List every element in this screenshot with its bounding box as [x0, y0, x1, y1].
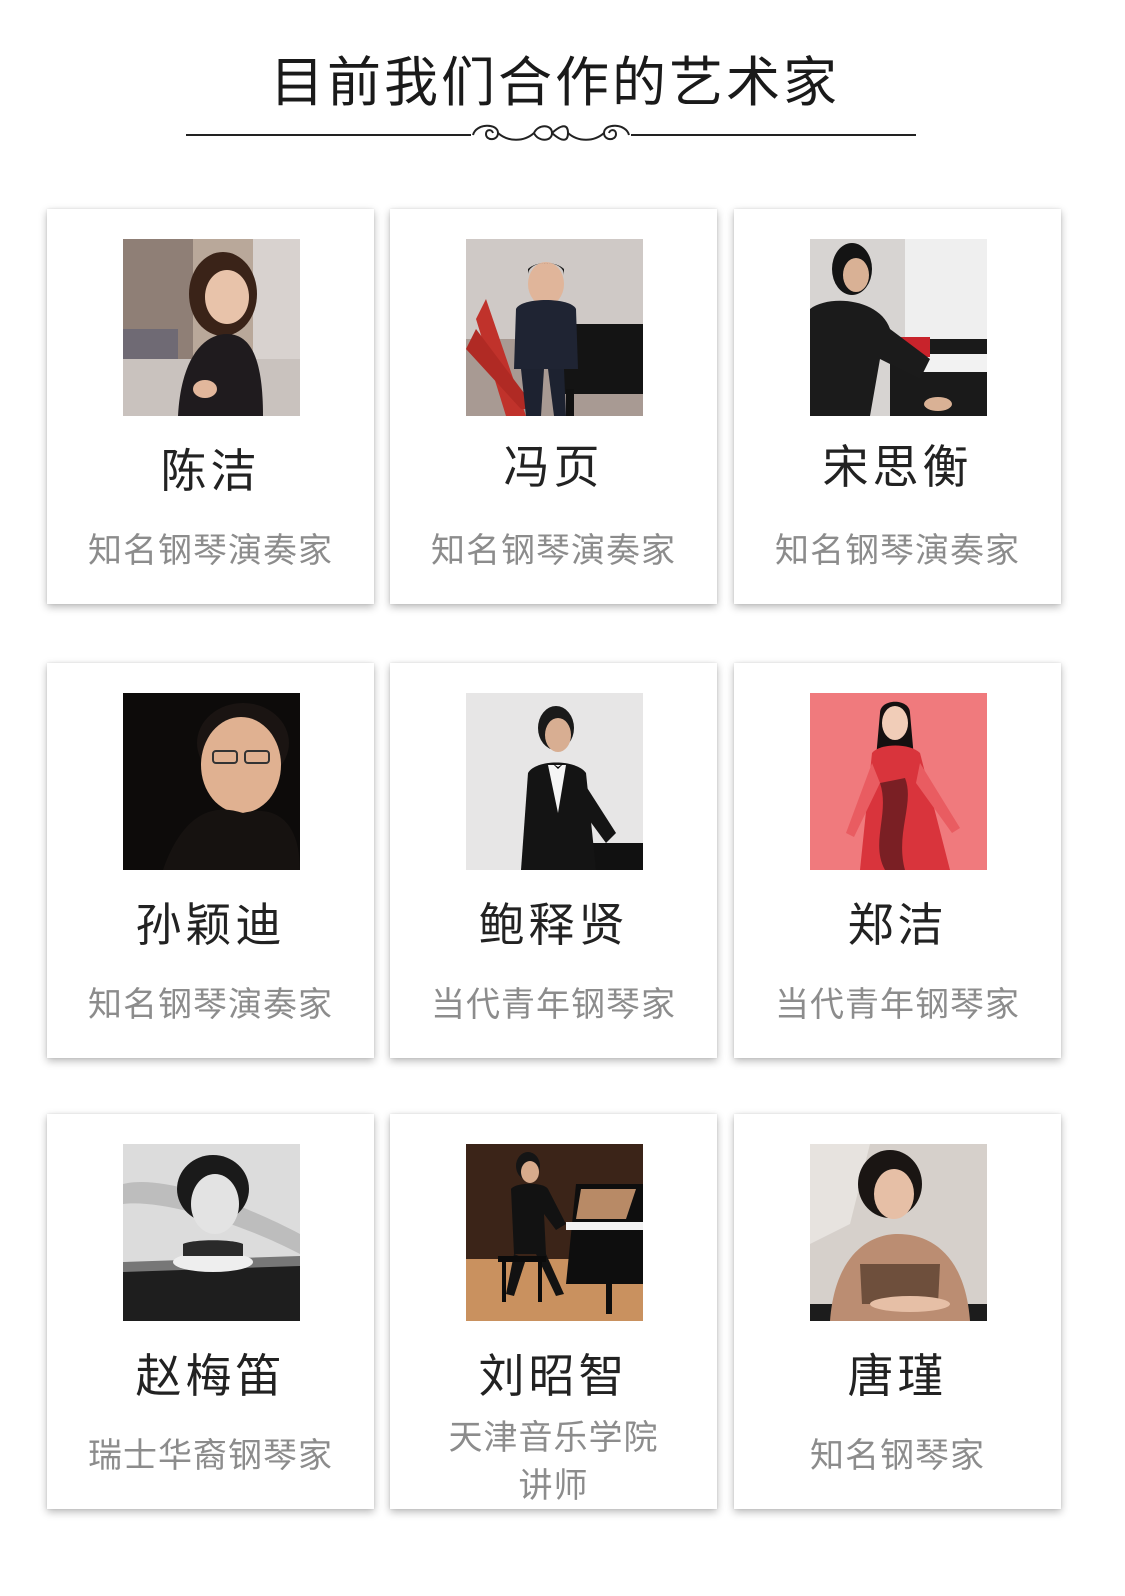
artist-card[interactable]: 刘昭智 天津音乐学院 讲师 [390, 1114, 717, 1509]
artist-card[interactable]: 赵梅笛 瑞士华裔钢琴家 [47, 1114, 374, 1509]
portrait-photo [810, 239, 987, 416]
artist-card[interactable]: 宋思衡 知名钢琴演奏家 [734, 209, 1061, 604]
artist-role-line1: 天津音乐学院 [448, 1418, 659, 1458]
ornament-divider [186, 124, 916, 141]
artist-role: 知名钢琴演奏家 [775, 531, 1020, 571]
artist-card[interactable]: 郑洁 当代青年钢琴家 [734, 663, 1061, 1058]
artist-role: 知名钢琴演奏家 [431, 531, 676, 571]
portrait-photo [810, 693, 987, 870]
artist-card[interactable]: 鲍释贤 当代青年钢琴家 [390, 663, 717, 1058]
artist-card[interactable]: 孙颖迪 知名钢琴演奏家 [47, 663, 374, 1058]
artist-role: 知名钢琴家 [810, 1436, 985, 1476]
artist-card[interactable]: 唐瑾 知名钢琴家 [734, 1114, 1061, 1509]
artist-name: 冯页 [503, 440, 604, 494]
artist-name: 鲍释贤 [478, 898, 629, 952]
artist-role: 天津音乐学院 讲师 [390, 1414, 717, 1510]
page-title: 目前我们合作的艺术家 [270, 51, 840, 114]
artist-role: 瑞士华裔钢琴家 [88, 1436, 333, 1476]
artist-name: 刘昭智 [478, 1349, 629, 1403]
portrait-photo [123, 693, 300, 870]
artist-role: 知名钢琴演奏家 [88, 531, 333, 571]
artist-name: 孙颖迪 [135, 898, 286, 952]
artist-name: 郑洁 [847, 898, 948, 952]
artist-role: 当代青年钢琴家 [775, 985, 1020, 1025]
artist-name: 赵梅笛 [135, 1349, 286, 1403]
artist-name: 陈洁 [160, 444, 261, 498]
artist-card[interactable]: 冯页 知名钢琴演奏家 [390, 209, 717, 604]
portrait-photo [466, 693, 643, 870]
artist-name: 唐瑾 [847, 1349, 948, 1403]
artist-card[interactable]: 陈洁 知名钢琴演奏家 [47, 209, 374, 604]
artist-name: 宋思衡 [822, 440, 973, 494]
artist-role: 当代青年钢琴家 [431, 985, 676, 1025]
portrait-photo [123, 239, 300, 416]
artist-role-line2: 讲师 [518, 1466, 589, 1506]
portrait-photo [466, 1144, 643, 1321]
artist-role: 知名钢琴演奏家 [88, 985, 333, 1025]
portrait-photo [123, 1144, 300, 1321]
portrait-photo [810, 1144, 987, 1321]
portrait-photo [466, 239, 643, 416]
